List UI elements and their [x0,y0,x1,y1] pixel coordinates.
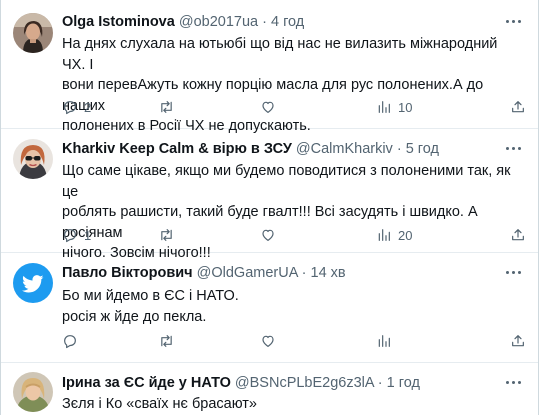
tweet-header: Павло Вікторович @OldGamerUA · 14 хв [62,264,346,282]
share-icon [512,229,524,241]
views-count: 20 [398,227,413,243]
tweet-header: Ірина за ЄС йде у НАТО @BSNcPLbE2g6z3lA … [62,374,420,392]
tweet-text: Що саме цікаве, якщо ми будемо поводитис… [62,161,524,264]
tweet[interactable]: Olga Istominova @ob2017ua · 4 год На дня… [1,0,538,134]
retweet-icon [161,335,172,347]
views-icon [378,335,390,347]
share-icon [512,335,524,347]
reply-icon [64,229,76,243]
tweet-header: Kharkiv Keep Calm & вірю в ЗСУ @CalmKhar… [62,140,439,158]
share-button[interactable] [510,97,526,117]
tweet-text-line: Зєля і Ко «сваїх нє брасают» [62,396,257,412]
reply-button[interactable]: 2 [62,97,91,117]
more-icon[interactable] [504,375,524,389]
timestamp[interactable]: 4 год [271,14,304,30]
like-button[interactable] [260,225,276,245]
frame-border-right [538,0,539,415]
views-icon [378,101,390,113]
tweet-text-line: Що саме цікаве, якщо ми будемо поводитис… [62,163,511,200]
author-handle[interactable]: @BSNcPLbE2g6z3lA [235,375,374,391]
more-icon[interactable] [504,141,524,155]
avatar[interactable] [13,372,53,412]
retweet-button[interactable] [158,97,175,117]
retweet-icon [161,229,172,241]
tweet[interactable]: Ірина за ЄС йде у НАТО @BSNcPLbE2g6z3lA … [1,363,538,415]
views-icon [378,229,390,241]
separator-dot: · [396,141,402,157]
author-handle[interactable]: @ob2017ua [179,14,258,30]
separator-dot: · [377,375,383,391]
views-button[interactable]: 10 [376,97,412,117]
reply-count: 1 [84,227,92,243]
more-icon[interactable] [504,265,524,279]
reply-button[interactable] [62,331,78,351]
author-name[interactable]: Olga Istominova [62,14,175,30]
tweet[interactable]: Kharkiv Keep Calm & вірю в ЗСУ @CalmKhar… [1,129,538,261]
author-name[interactable]: Павло Вікторович [62,265,193,281]
tweet-text-line: росія ж йде до пекла. [62,308,207,325]
tweet-text-line: Бо ми йдемо в ЄС і НАТО. [62,288,239,304]
timestamp[interactable]: 1 год [387,375,420,391]
tweet-header: Olga Istominova @ob2017ua · 4 год [62,13,304,31]
avatar[interactable] [13,13,53,53]
share-icon [512,101,524,113]
timestamp[interactable]: 14 хв [311,265,346,281]
reply-count: 2 [84,99,92,115]
views-button[interactable] [376,331,392,351]
separator-dot: · [301,265,307,281]
retweet-button[interactable] [158,331,175,351]
author-name[interactable]: Ірина за ЄС йде у НАТО [62,375,231,391]
share-button[interactable] [510,331,526,351]
author-handle[interactable]: @CalmKharkiv [296,141,393,157]
reply-icon [64,335,76,349]
author-name[interactable]: Kharkiv Keep Calm & вірю в ЗСУ [62,141,292,157]
views-count: 10 [398,99,413,115]
timestamp[interactable]: 5 год [406,141,439,157]
tweet-text: Зєля і Ко «сваїх нє брасают» [62,394,524,415]
heart-icon [262,229,274,241]
author-handle[interactable]: @OldGamerUA [197,265,298,281]
tweet[interactable]: Павло Вікторович @OldGamerUA · 14 хв Бо … [1,253,538,363]
retweet-button[interactable] [158,225,175,245]
views-button[interactable]: 20 [376,225,412,245]
tweet-actions [62,331,532,351]
retweet-icon [161,101,172,113]
tweet-text: Бо ми йдемо в ЄС і НАТО. росія ж йде до … [62,286,524,327]
share-button[interactable] [510,225,526,245]
reply-button[interactable]: 1 [62,225,91,245]
reply-icon [64,101,76,115]
heart-icon [262,101,274,113]
more-icon[interactable] [504,14,524,28]
avatar[interactable] [13,139,53,179]
avatar[interactable] [13,263,53,303]
tweet-actions: 2 10 [62,97,532,117]
like-button[interactable] [260,331,276,351]
tweet-text: На днях слухала на ютьюбі що від нас не … [62,34,524,137]
tweet-text-line: На днях слухала на ютьюбі що від нас не … [62,36,498,73]
separator-dot: · [262,14,267,30]
heart-icon [262,335,274,347]
tweet-actions: 1 20 [62,225,532,245]
like-button[interactable] [260,97,276,117]
